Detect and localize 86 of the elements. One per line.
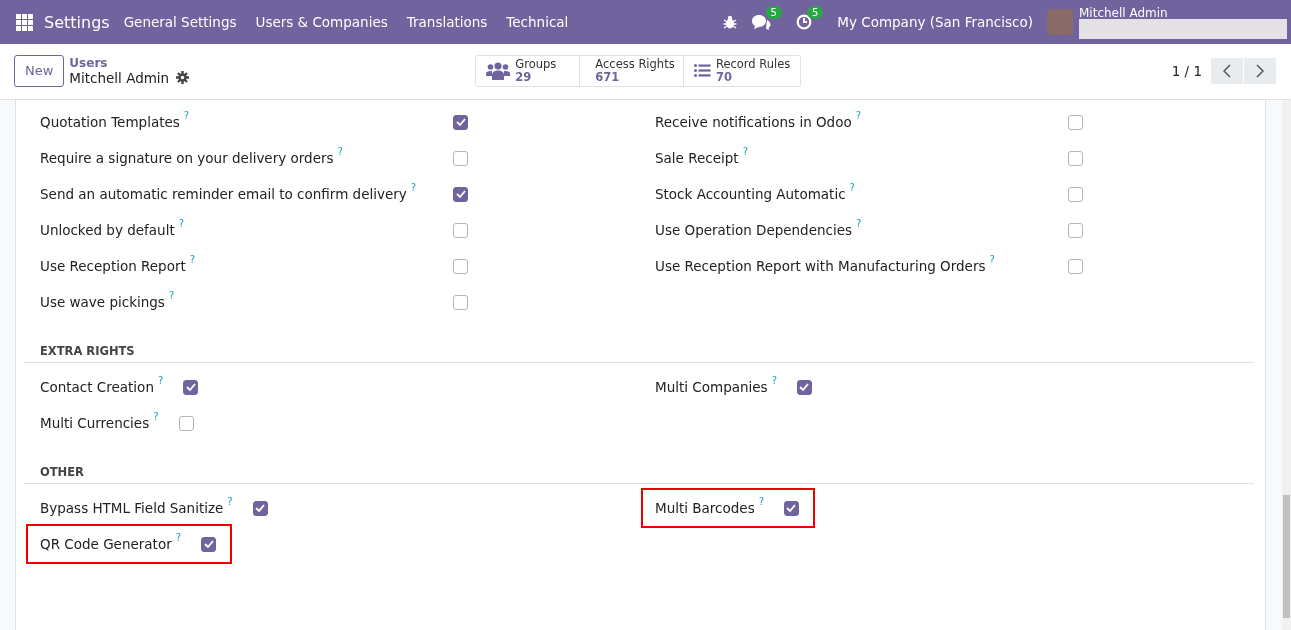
record-title: Mitchell Admin [69,69,170,86]
help-tooltip-mark[interactable]: ? [189,254,196,265]
app-title[interactable]: Settings [44,12,110,32]
smart-button[interactable]: Groups 29 [476,55,581,86]
user-name[interactable]: Mitchell Admin [1079,7,1291,19]
breadcrumb-link[interactable]: Users [69,55,476,70]
next-button[interactable] [1244,57,1276,84]
scrollbar-thumb[interactable] [1283,495,1290,618]
smart-button-count: 70 [715,70,733,84]
help-tooltip-mark[interactable]: ? [178,218,185,229]
help-tooltip-mark[interactable]: ? [758,496,764,507]
checkbox[interactable] [1068,222,1083,238]
previous-button[interactable] [1211,57,1243,84]
section-heading: OTHER [24,465,1254,484]
checkbox[interactable] [1068,186,1083,202]
scrollbar[interactable] [1282,100,1291,630]
smart-button-count: 29 [515,70,532,84]
checkbox[interactable] [1068,150,1083,166]
chevron-right-icon[interactable] [1256,63,1264,78]
help-tooltip-mark[interactable]: ? [855,110,861,121]
smart-button-label: Groups [515,57,557,71]
checkbox[interactable] [1068,258,1083,274]
field-label: Use Reception Report with Manufacturing Orders [655,258,986,274]
checkbox[interactable] [453,150,468,166]
menu-item[interactable]: General Settings [123,14,237,30]
menu-item[interactable]: Technical [506,14,569,30]
new-button[interactable]: New [14,54,65,87]
smart-button-label: Access Rights [595,57,675,71]
help-tooltip-mark[interactable]: ? [168,290,175,301]
settings-icon[interactable] [176,71,190,84]
field-label: Quotation Templates [40,114,180,130]
section-heading: EXTRA RIGHTS [24,344,1254,363]
field-label: Bypass HTML Field Sanitize [40,500,224,516]
notification-badge: 5 [765,6,782,19]
checkbox[interactable] [796,379,812,395]
help-tooltip-mark[interactable]: ? [989,254,995,265]
checkbox[interactable] [178,415,194,431]
help-tooltip-mark[interactable]: ? [410,182,417,193]
pager-value: 1 / 1 [1171,62,1202,79]
clock-icon[interactable] [795,14,812,30]
help-tooltip-mark[interactable]: ? [771,375,777,386]
field-label: Multi Barcodes [655,500,755,516]
smart-button-label: Record Rules [715,57,791,71]
field-label: Multi Currencies [40,415,150,431]
help-tooltip-mark[interactable]: ? [175,532,182,543]
help-tooltip-mark[interactable]: ? [153,411,159,422]
checkbox[interactable] [453,258,468,274]
field-label: Stock Accounting Automatic [655,186,846,202]
field-label: Receive notifications in Odoo [655,114,852,130]
bug-icon[interactable] [722,15,737,29]
field-label: QR Code Generator [40,536,172,552]
checkbox[interactable] [252,500,268,516]
field-label: Unlocked by default [40,222,175,238]
field-label: Sale Receipt [655,150,739,166]
field-label: Require a signature on your delivery orders [40,150,334,166]
help-tooltip-mark[interactable]: ? [856,218,862,229]
field-label: Contact Creation [40,379,154,395]
field-label: Use Operation Dependencies [655,222,853,238]
checkbox[interactable] [453,294,468,310]
checkbox[interactable] [784,500,799,516]
help-tooltip-mark[interactable]: ? [742,146,748,157]
checkbox[interactable] [453,186,468,202]
help-tooltip-mark[interactable]: ? [157,375,164,386]
users-icon [486,61,511,80]
help-tooltip-mark[interactable]: ? [183,110,190,121]
menu-item[interactable]: Users & Companies [255,14,388,30]
chevron-left-icon[interactable] [1223,63,1231,78]
notification-badge: 5 [806,6,824,19]
field-label: Send an automatic reminder email to confirm delivery [40,186,407,202]
menu-item[interactable]: Translations [406,14,488,30]
help-tooltip-mark[interactable]: ? [337,146,343,157]
checkbox[interactable] [201,536,217,552]
checkbox[interactable] [1068,114,1083,130]
help-tooltip-mark[interactable]: ? [227,496,233,507]
chat-icon[interactable] [750,14,771,30]
checkbox[interactable] [453,114,468,130]
list-icon [694,62,711,79]
checkbox[interactable] [183,379,199,395]
company-switcher[interactable]: My Company (San Francisco) [837,14,1033,30]
smart-button-count: 671 [595,70,621,84]
field-label: Use Reception Report [40,258,186,274]
field-label: Use wave pickings [40,294,165,310]
checkbox[interactable] [453,222,468,238]
apps-menu-icon[interactable] [16,13,33,31]
help-tooltip-mark[interactable]: ? [849,182,855,193]
field-label: Multi Companies [655,379,768,395]
